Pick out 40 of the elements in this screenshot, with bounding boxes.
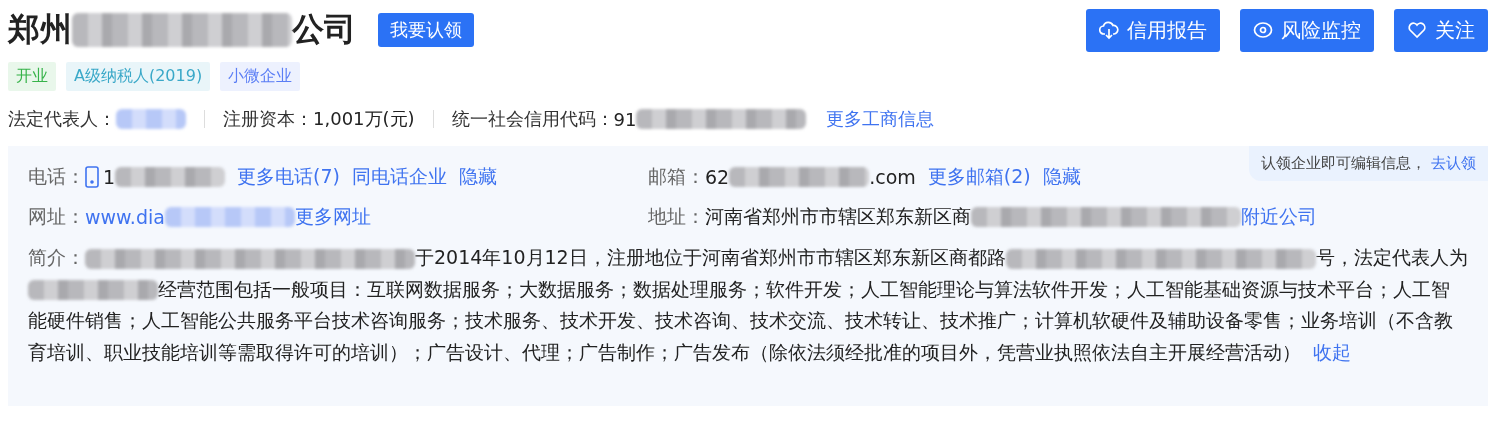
claim-button[interactable]: 我要认领 (378, 13, 474, 47)
blurred-name (116, 109, 186, 129)
more-websites-link[interactable]: 更多网址 (294, 204, 371, 230)
cloud-download-icon (1099, 20, 1119, 40)
phone-link[interactable]: 隐藏 (459, 164, 497, 190)
eye-icon (1253, 20, 1273, 40)
company-name-text: 郑州 (8, 9, 72, 50)
legal-rep-label: 法定代表人： (8, 107, 116, 131)
email-label: 邮箱： (648, 164, 705, 189)
intro-paragraph: 简介： 于2014年10月12日，注册地位于河南省郑州市市辖区郑东新区商都路 号，法定代表人为 经营范围包括一般项目：互联网数据服务；大数据服务；数据处理服务；软件开发；人工智能理论与算法软件开发；人工智能基础资源与技术平台；人工智能硬件销售；人工智能公共服务平台技术咨询服务；技术服务、技术开发、技术咨询、技术交流、技术转让、技术推广；计算机软硬件及辅助设备零售；业务培训（不含教育培训、职业技能培训等需取得许可的培训）；广告设计、代理；广告制作；广告发布（除依法须经批准的项目外，凭营业执照依法自主开展经营活动） 收起 (28, 245, 1468, 365)
phone-link[interactable]: 更多电话(7) (237, 164, 340, 190)
email-domain: .com (869, 166, 916, 188)
website-link[interactable]: www.dia (85, 206, 165, 228)
website-label: 网址： (28, 204, 85, 229)
capital-label: 注册资本： (223, 107, 313, 131)
email-value: 62 (705, 166, 730, 188)
credit-code-label: 统一社会信用代码： (451, 107, 614, 131)
phone-icon (85, 166, 99, 188)
status-tag: 开业 (8, 62, 56, 91)
nearby-companies-link[interactable]: 附近公司 (1241, 204, 1317, 230)
more-info-link[interactable]: 更多工商信息 (826, 107, 935, 131)
company-name-text: 公司 (292, 9, 356, 50)
phone-link[interactable]: 同电话企业 (352, 164, 447, 190)
credit-code-value: 91 (613, 108, 637, 130)
status-tag: 小微企业 (220, 62, 301, 91)
collapse-link[interactable]: 收起 (1313, 340, 1351, 363)
monitor-button[interactable]: 风险监控 (1240, 8, 1374, 52)
address-label: 地址： (648, 204, 705, 229)
follow-button[interactable]: 关注 (1394, 8, 1488, 52)
capital-value: 1,001万(元) (313, 107, 415, 131)
phone-value: 1 (103, 166, 116, 188)
status-tag: A级纳税人(2019) (66, 62, 211, 91)
address-value: 河南省郑州市市辖区郑东新区商 (705, 204, 971, 229)
heart-icon (1407, 20, 1427, 40)
claim-link[interactable]: 去认领 (1431, 154, 1476, 172)
email-link[interactable]: 更多邮箱(2) (927, 164, 1031, 190)
email-link[interactable]: 隐藏 (1042, 164, 1081, 190)
report-button[interactable]: 信用报告 (1086, 8, 1220, 52)
phone-label: 电话： (28, 164, 85, 189)
claim-hint-text: 认领企业即可编辑信息， (1261, 154, 1427, 172)
